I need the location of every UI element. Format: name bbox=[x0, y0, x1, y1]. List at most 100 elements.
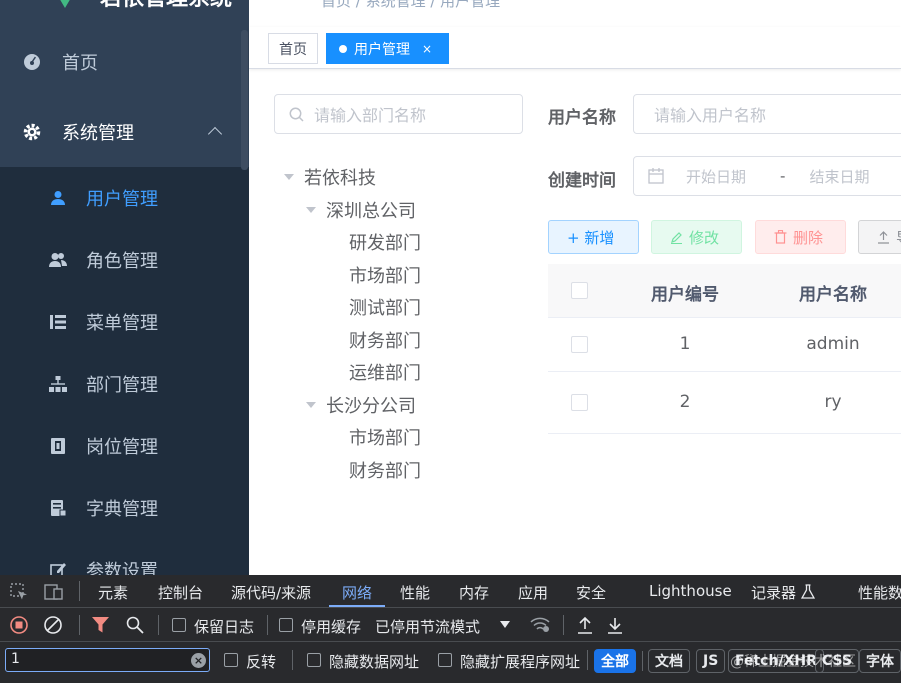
row-checkbox[interactable] bbox=[571, 394, 588, 411]
tree-node[interactable]: 运维部门 bbox=[349, 359, 421, 385]
divider bbox=[79, 615, 80, 635]
tag-home[interactable]: 首页 bbox=[268, 33, 318, 64]
caret-down-icon[interactable] bbox=[306, 207, 316, 213]
date-range-input[interactable]: 开始日期 - 结束日期 bbox=[633, 156, 901, 196]
sidebar-item-label: 用户管理 bbox=[86, 189, 158, 210]
device-toolbar-icon[interactable] bbox=[44, 583, 64, 601]
inspect-element-icon[interactable] bbox=[10, 583, 28, 601]
sidebar-scrollbar[interactable] bbox=[241, 30, 248, 170]
tree-node-label: 财务部门 bbox=[349, 331, 421, 352]
tab-console[interactable]: 控制台 bbox=[158, 582, 203, 603]
tree-node-label: 若依科技 bbox=[304, 168, 376, 189]
table-row[interactable]: 2 ry bbox=[548, 372, 901, 434]
logo[interactable]: 若依管理系统 bbox=[0, 0, 249, 16]
user-table: 用户编号 用户名称 1 admin 2 ry bbox=[548, 264, 901, 434]
hide-ext-urls-checkbox[interactable] bbox=[438, 653, 452, 667]
type-filter-doc[interactable]: 文档 bbox=[648, 649, 690, 673]
sidebar: 若依管理系统 首页 系统管理 用户管理 bbox=[0, 0, 249, 575]
start-date-placeholder[interactable]: 开始日期 bbox=[686, 166, 746, 187]
tree-node[interactable]: 研发部门 bbox=[349, 229, 421, 255]
tree-node[interactable]: 财务部门 bbox=[349, 327, 421, 353]
devtools-tabbar: 元素 控制台 源代码/来源 网络 性能 内存 应用 安全 Lighthouse … bbox=[0, 575, 901, 608]
table-header: 用户编号 用户名称 bbox=[548, 264, 901, 318]
sidebar-item-users[interactable]: 用户管理 bbox=[0, 167, 249, 229]
edit-button-label: 修改 bbox=[689, 228, 720, 247]
tab-security[interactable]: 安全 bbox=[576, 582, 606, 603]
tree-node[interactable]: 市场部门 bbox=[349, 262, 421, 288]
tree-node[interactable]: 财务部门 bbox=[349, 457, 421, 483]
hide-data-urls-checkbox[interactable] bbox=[307, 653, 321, 667]
edit-button[interactable]: 修改 bbox=[651, 220, 742, 254]
end-date-placeholder[interactable]: 结束日期 bbox=[809, 166, 869, 187]
tab-network[interactable]: 网络 bbox=[342, 582, 372, 603]
tab-elements[interactable]: 元素 bbox=[98, 582, 128, 603]
dept-search-input[interactable]: 请输入部门名称 bbox=[274, 94, 523, 134]
sidebar-item-posts[interactable]: 岗位管理 bbox=[0, 415, 249, 477]
tag-label: 用户管理 bbox=[354, 41, 410, 58]
tree-node[interactable]: 深圳总公司 bbox=[306, 197, 416, 223]
row-checkbox[interactable] bbox=[571, 336, 588, 353]
logo-icon bbox=[52, 0, 78, 8]
tree-node[interactable]: 长沙分公司 bbox=[306, 392, 416, 418]
type-filter-font[interactable]: 字体 bbox=[859, 649, 901, 673]
divider bbox=[267, 615, 268, 635]
search-icon[interactable] bbox=[126, 616, 144, 634]
tab-sources[interactable]: 源代码/来源 bbox=[231, 582, 311, 603]
import-button[interactable]: 导入 bbox=[858, 220, 901, 254]
edit-icon bbox=[48, 560, 68, 575]
filter-icon[interactable] bbox=[92, 617, 109, 633]
dept-search-placeholder: 请输入部门名称 bbox=[314, 106, 427, 125]
throttling-select[interactable]: 已停用节流模式 bbox=[375, 616, 480, 637]
sidebar-item-config[interactable]: 参数设置 bbox=[0, 539, 249, 575]
column-header-username[interactable]: 用户名称 bbox=[780, 280, 886, 305]
tab-performance-insights[interactable]: 性能数 bbox=[858, 582, 901, 603]
dropdown-arrow-icon[interactable] bbox=[500, 621, 510, 628]
caret-down-icon[interactable] bbox=[284, 174, 294, 180]
sidebar-item-dicts[interactable]: 字典管理 bbox=[0, 477, 249, 539]
column-header-user-id[interactable]: 用户编号 bbox=[632, 280, 738, 305]
sidebar-item-label: 部门管理 bbox=[86, 375, 158, 396]
close-icon[interactable]: × bbox=[422, 42, 432, 56]
invert-label: 反转 bbox=[246, 653, 277, 671]
record-stop-icon[interactable] bbox=[10, 616, 28, 634]
sidebar-item-depts[interactable]: 部门管理 bbox=[0, 353, 249, 415]
sidebar-item-menus[interactable]: 菜单管理 bbox=[0, 291, 249, 353]
delete-button[interactable]: 删除 bbox=[755, 220, 846, 254]
dict-icon bbox=[48, 498, 68, 518]
username-input[interactable]: 请输入用户名称 bbox=[633, 94, 901, 134]
invert-checkbox[interactable] bbox=[224, 653, 238, 667]
tree-node-label: 市场部门 bbox=[349, 428, 421, 449]
add-button[interactable]: + 新增 bbox=[548, 220, 639, 254]
tree-node[interactable]: 若依科技 bbox=[284, 164, 376, 190]
select-all-checkbox[interactable] bbox=[571, 282, 588, 299]
tab-lighthouse[interactable]: Lighthouse bbox=[649, 582, 732, 600]
user-icon bbox=[48, 188, 68, 208]
table-row[interactable]: 1 admin bbox=[548, 318, 901, 372]
tree-node[interactable]: 市场部门 bbox=[349, 424, 421, 450]
cell-username: admin bbox=[806, 334, 860, 354]
upload-icon[interactable] bbox=[577, 616, 593, 634]
sidebar-item-label: 首页 bbox=[62, 53, 98, 74]
type-filter-all[interactable]: 全部 bbox=[594, 649, 636, 673]
tree-node[interactable]: 测试部门 bbox=[349, 294, 421, 320]
tab-recorder[interactable]: 记录器 bbox=[751, 582, 796, 603]
tag-user-management[interactable]: 用户管理 × bbox=[326, 33, 449, 64]
sidebar-item-roles[interactable]: 角色管理 bbox=[0, 229, 249, 291]
caret-down-icon[interactable] bbox=[306, 402, 316, 408]
edit-icon bbox=[670, 231, 683, 244]
network-conditions-icon[interactable] bbox=[530, 617, 550, 633]
gear-icon bbox=[22, 122, 42, 142]
tag-label: 首页 bbox=[279, 41, 307, 58]
preserve-log-checkbox[interactable] bbox=[172, 618, 186, 632]
download-icon[interactable] bbox=[607, 616, 623, 634]
sidebar-item-system[interactable]: 系统管理 bbox=[0, 112, 249, 152]
clear-icon[interactable] bbox=[44, 616, 62, 634]
clear-filter-icon[interactable]: × bbox=[191, 653, 206, 668]
tab-performance[interactable]: 性能 bbox=[400, 582, 430, 603]
tab-memory[interactable]: 内存 bbox=[459, 582, 489, 603]
tab-application[interactable]: 应用 bbox=[518, 582, 548, 603]
type-filter-js[interactable]: JS bbox=[696, 649, 726, 673]
filter-input[interactable]: 1 × bbox=[5, 648, 210, 672]
disable-cache-checkbox[interactable] bbox=[279, 618, 293, 632]
sidebar-item-home[interactable]: 首页 bbox=[0, 42, 249, 82]
